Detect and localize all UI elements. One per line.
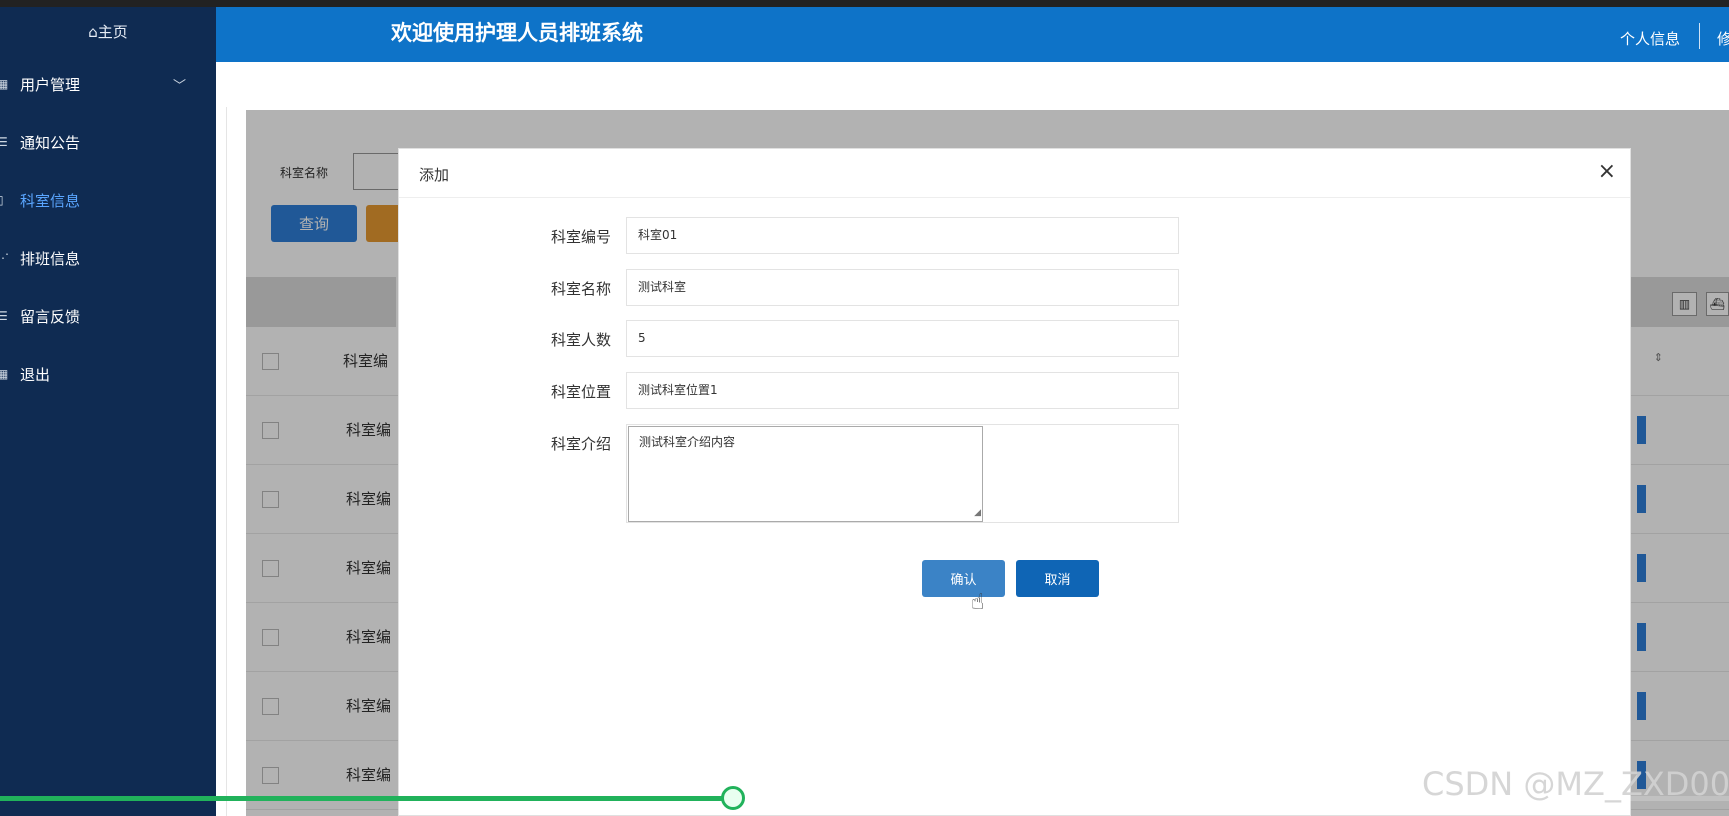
system-title: 欢迎使用护理人员排班系统 xyxy=(391,21,643,45)
grid-icon: ▦ xyxy=(0,367,9,381)
department-intro-wrapper: 测试科室介绍内容 ◢ xyxy=(626,424,1179,523)
sidebar-item-label: 科室信息 xyxy=(20,191,81,210)
resize-handle-icon[interactable]: ◢ xyxy=(974,506,981,520)
form-row-department-location: 科室位置 测试科室位置1 xyxy=(399,372,1632,409)
cancel-button[interactable]: 取消 xyxy=(1016,560,1099,597)
add-department-dialog: 添加 × 科室编号 科室01 科室名称 测试科室 科室人数 5 科室位置 测试科… xyxy=(398,148,1631,816)
sidebar-item-label: 排班信息 xyxy=(20,249,81,268)
watermark: CSDN @MZ_ZXD001 xyxy=(1422,765,1729,803)
sidebar-item-department-info[interactable]: ▯ 科室信息 xyxy=(0,171,216,229)
sidebar-item-user-management[interactable]: ▦ 用户管理 ﹀ xyxy=(0,55,216,113)
sidebar-home[interactable]: ⌂主页 xyxy=(0,7,216,55)
dialog-header: 添加 × xyxy=(399,149,1630,198)
header-divider xyxy=(1699,23,1700,49)
sidebar-item-logout[interactable]: ▦ 退出 xyxy=(0,345,216,403)
sidebar-item-notices[interactable]: ☰ 通知公告 xyxy=(0,113,216,171)
list-icon: ☰ xyxy=(0,309,8,323)
video-progress-knob[interactable] xyxy=(721,786,745,810)
form-row-department-id: 科室编号 科室01 xyxy=(399,217,1632,254)
textarea-value: 测试科室介绍内容 xyxy=(639,435,736,449)
hand-cursor-icon: ☝ xyxy=(971,590,985,615)
top-strip xyxy=(0,0,1729,7)
sidebar-item-schedule[interactable]: ⋰ 排班信息 xyxy=(0,229,216,287)
list-icon: ☰ xyxy=(0,135,8,149)
confirm-button[interactable]: 确认 xyxy=(922,560,1005,597)
video-progress-bar[interactable] xyxy=(0,796,733,801)
chevron-down-icon: ﹀ xyxy=(172,78,186,94)
form-row-department-count: 科室人数 5 xyxy=(399,320,1632,357)
form-row-department-name: 科室名称 测试科室 xyxy=(399,269,1632,306)
field-label: 科室人数 xyxy=(550,331,611,349)
field-label: 科室编号 xyxy=(550,228,611,246)
change-password-link[interactable]: 修 xyxy=(1717,28,1729,49)
sidebar-item-label: 用户管理 xyxy=(20,75,81,94)
department-id-input[interactable]: 科室01 xyxy=(626,217,1179,254)
book-icon: ▯ xyxy=(0,193,4,207)
sidebar-item-label: 退出 xyxy=(20,365,51,384)
personal-info-link[interactable]: 个人信息 xyxy=(1620,28,1680,49)
share-icon: ⋰ xyxy=(0,251,9,265)
department-count-input[interactable]: 5 xyxy=(626,320,1179,357)
form-row-department-intro: 科室介绍 测试科室介绍内容 ◢ xyxy=(399,424,1632,523)
grid-icon: ▦ xyxy=(0,77,9,91)
field-label: 科室位置 xyxy=(550,383,611,401)
field-label: 科室介绍 xyxy=(550,435,611,453)
department-location-input[interactable]: 测试科室位置1 xyxy=(626,372,1179,409)
close-icon[interactable]: × xyxy=(1598,159,1616,184)
department-intro-textarea[interactable]: 测试科室介绍内容 ◢ xyxy=(628,426,983,522)
department-name-input[interactable]: 测试科室 xyxy=(626,269,1179,306)
top-header: 欢迎使用护理人员排班系统 个人信息 修 xyxy=(216,7,1729,62)
dialog-title: 添加 xyxy=(419,166,450,184)
field-label: 科室名称 xyxy=(550,280,611,298)
sidebar-item-label: 留言反馈 xyxy=(20,307,81,326)
sidebar: ⌂主页 ▦ 用户管理 ﹀ ☰ 通知公告 ▯ 科室信息 ⋰ 排班信息 ☰ 留言反馈… xyxy=(0,7,216,816)
sidebar-item-feedback[interactable]: ☰ 留言反馈 xyxy=(0,287,216,345)
sidebar-item-label: 通知公告 xyxy=(20,133,81,152)
